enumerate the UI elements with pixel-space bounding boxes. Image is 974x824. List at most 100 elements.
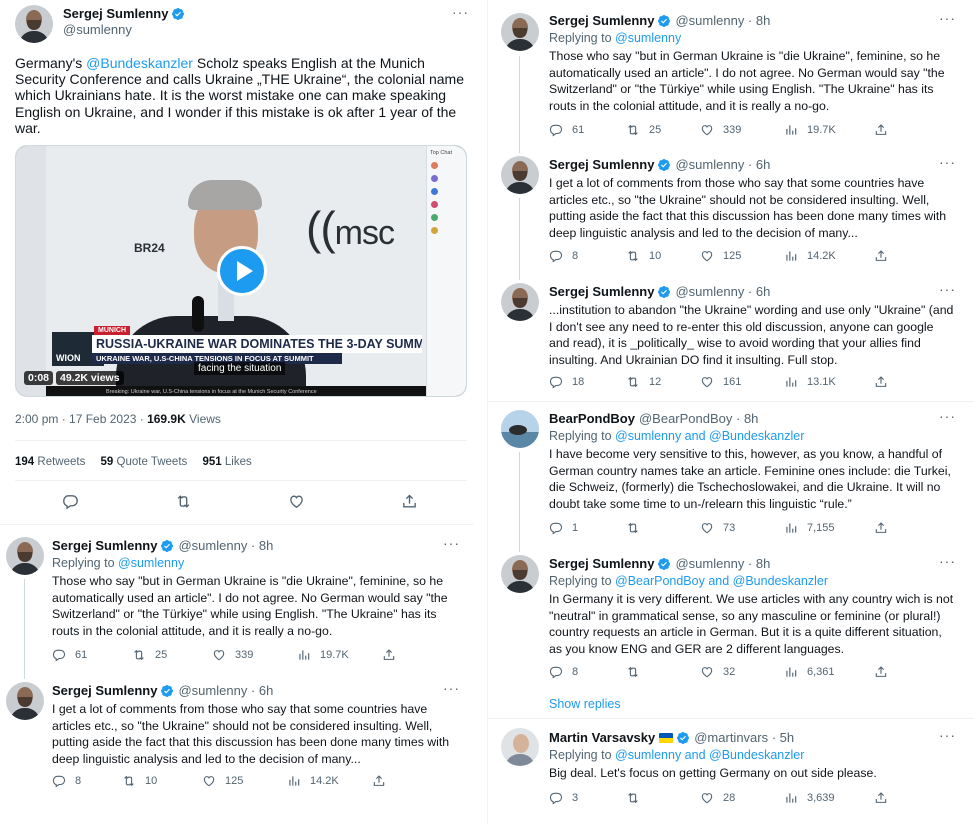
- reply-avatar[interactable]: [501, 13, 539, 51]
- reply-avatar[interactable]: [6, 537, 44, 575]
- author-avatar[interactable]: [15, 5, 53, 43]
- reply-author-name[interactable]: Sergej Sumlenny: [549, 556, 654, 571]
- reply-icon[interactable]: [62, 493, 79, 510]
- reply-avatar[interactable]: [501, 410, 539, 448]
- retweet-icon[interactable]: [175, 493, 192, 510]
- share-action[interactable]: [874, 375, 897, 389]
- replying-to-link[interactable]: @sumlenny: [615, 31, 681, 45]
- tweet-timestamp[interactable]: 2:00 pm · 17 Feb 2023 ·: [15, 412, 147, 426]
- replying-to: Replying to @sumlenny: [549, 31, 682, 45]
- share-action[interactable]: [874, 791, 897, 805]
- play-icon: [237, 261, 253, 281]
- like-action[interactable]: 339: [700, 123, 784, 137]
- reply-author-name[interactable]: Sergej Sumlenny: [52, 538, 157, 553]
- like-action[interactable]: 125: [700, 249, 784, 263]
- reply-author-name[interactable]: Martin Varsavsky: [549, 730, 655, 745]
- reply-action[interactable]: 8: [52, 774, 122, 788]
- author-name[interactable]: Sergej Sumlenny: [63, 6, 168, 21]
- retweet-action[interactable]: 10: [626, 249, 700, 263]
- like-action[interactable]: 339: [212, 648, 297, 662]
- more-options-icon[interactable]: ···: [443, 535, 460, 551]
- likes-link[interactable]: 951 Likes: [202, 456, 251, 468]
- reply-author-handle[interactable]: @sumlenny · 8h: [675, 13, 770, 28]
- reply-action[interactable]: 8: [549, 249, 626, 263]
- reply-author-handle[interactable]: @sumlenny · 8h: [178, 538, 273, 553]
- reply-action[interactable]: 61: [52, 648, 132, 662]
- mention-link[interactable]: @Bundeskanzler: [86, 55, 193, 71]
- retweet-action[interactable]: [626, 791, 700, 805]
- more-options-icon[interactable]: ···: [939, 10, 956, 26]
- retweet-action[interactable]: 10: [122, 774, 202, 788]
- like-icon[interactable]: [288, 493, 305, 510]
- reply-author-handle[interactable]: @sumlenny · 8h: [675, 556, 770, 571]
- reply-avatar[interactable]: [6, 682, 44, 720]
- replying-to-link[interactable]: @BearPondBoy and @Bundeskanzler: [615, 574, 828, 588]
- views-action[interactable]: 19.7K: [297, 648, 382, 662]
- retweet-action[interactable]: 25: [626, 123, 700, 137]
- reply-author-handle[interactable]: @sumlenny · 6h: [675, 157, 770, 172]
- reply-avatar[interactable]: [501, 728, 539, 766]
- replying-to-link[interactable]: @sumlenny and @Bundeskanzler: [615, 429, 804, 443]
- reply-author-handle[interactable]: @martinvars · 5h: [694, 730, 794, 745]
- like-action[interactable]: 161: [700, 375, 784, 389]
- views-action[interactable]: 14.2K: [784, 249, 874, 263]
- views-action[interactable]: 14.2K: [287, 774, 372, 788]
- more-options-icon[interactable]: ···: [939, 553, 956, 569]
- reply-action[interactable]: 1: [549, 521, 626, 535]
- retweet-action[interactable]: [626, 665, 700, 679]
- verified-badge-icon: [657, 557, 671, 571]
- reply-avatar[interactable]: [501, 555, 539, 593]
- share-action[interactable]: [874, 665, 897, 679]
- verified-badge-icon: [657, 14, 671, 28]
- play-button[interactable]: [217, 246, 267, 296]
- like-action[interactable]: 32: [700, 665, 784, 679]
- replying-to-link[interactable]: @sumlenny: [118, 556, 184, 570]
- share-action[interactable]: [874, 123, 897, 137]
- quotes-link[interactable]: 59 Quote Tweets: [101, 456, 188, 468]
- views-action[interactable]: 7,155: [784, 521, 874, 535]
- more-options-icon[interactable]: ···: [452, 4, 469, 20]
- author-name-row[interactable]: Sergej Sumlenny: [63, 6, 189, 21]
- show-replies-link[interactable]: Show replies: [549, 697, 621, 711]
- more-options-icon[interactable]: ···: [443, 680, 460, 696]
- retweet-action[interactable]: 12: [626, 375, 700, 389]
- video-player[interactable]: ((msc BR24 Top Chat WION MUNICH RUSSIA-U…: [15, 145, 467, 397]
- views-action[interactable]: 6,361: [784, 665, 874, 679]
- more-options-icon[interactable]: ···: [939, 727, 956, 743]
- author-handle[interactable]: @sumlenny: [63, 22, 132, 37]
- share-action[interactable]: [874, 521, 897, 535]
- retweets-link[interactable]: 194 Retweets: [15, 456, 85, 468]
- like-action[interactable]: 73: [700, 521, 784, 535]
- reply-avatar[interactable]: [501, 283, 539, 321]
- reply-author-handle[interactable]: @BearPondBoy · 8h: [639, 411, 758, 426]
- more-options-icon[interactable]: ···: [939, 154, 956, 170]
- views-action[interactable]: 19.7K: [784, 123, 874, 137]
- reply-action[interactable]: 3: [549, 791, 626, 805]
- reply-author-name[interactable]: BearPondBoy: [549, 411, 635, 426]
- share-action[interactable]: [372, 774, 395, 788]
- retweet-action[interactable]: [626, 521, 700, 535]
- reply-name-row: Sergej Sumlenny @sumlenny · 8h: [549, 556, 770, 571]
- views-action[interactable]: 3,639: [784, 791, 874, 805]
- reply-author-name[interactable]: Sergej Sumlenny: [549, 13, 654, 28]
- reply-avatar[interactable]: [501, 156, 539, 194]
- reply-action[interactable]: 18: [549, 375, 626, 389]
- reply-author-name[interactable]: Sergej Sumlenny: [549, 157, 654, 172]
- verified-badge-icon: [676, 731, 690, 745]
- share-action[interactable]: [382, 648, 405, 662]
- share-action[interactable]: [874, 249, 897, 263]
- like-action[interactable]: 125: [202, 774, 287, 788]
- reply-author-handle[interactable]: @sumlenny · 6h: [675, 284, 770, 299]
- more-options-icon[interactable]: ···: [939, 408, 956, 424]
- share-icon[interactable]: [401, 493, 418, 510]
- more-options-icon[interactable]: ···: [939, 281, 956, 297]
- reply-author-name[interactable]: Sergej Sumlenny: [549, 284, 654, 299]
- retweet-action[interactable]: 25: [132, 648, 212, 662]
- replying-to-link[interactable]: @sumlenny and @Bundeskanzler: [615, 748, 804, 762]
- reply-author-handle[interactable]: @sumlenny · 6h: [178, 683, 273, 698]
- reply-author-name[interactable]: Sergej Sumlenny: [52, 683, 157, 698]
- like-action[interactable]: 28: [700, 791, 784, 805]
- reply-action[interactable]: 61: [549, 123, 626, 137]
- reply-action[interactable]: 8: [549, 665, 626, 679]
- views-action[interactable]: 13.1K: [784, 375, 874, 389]
